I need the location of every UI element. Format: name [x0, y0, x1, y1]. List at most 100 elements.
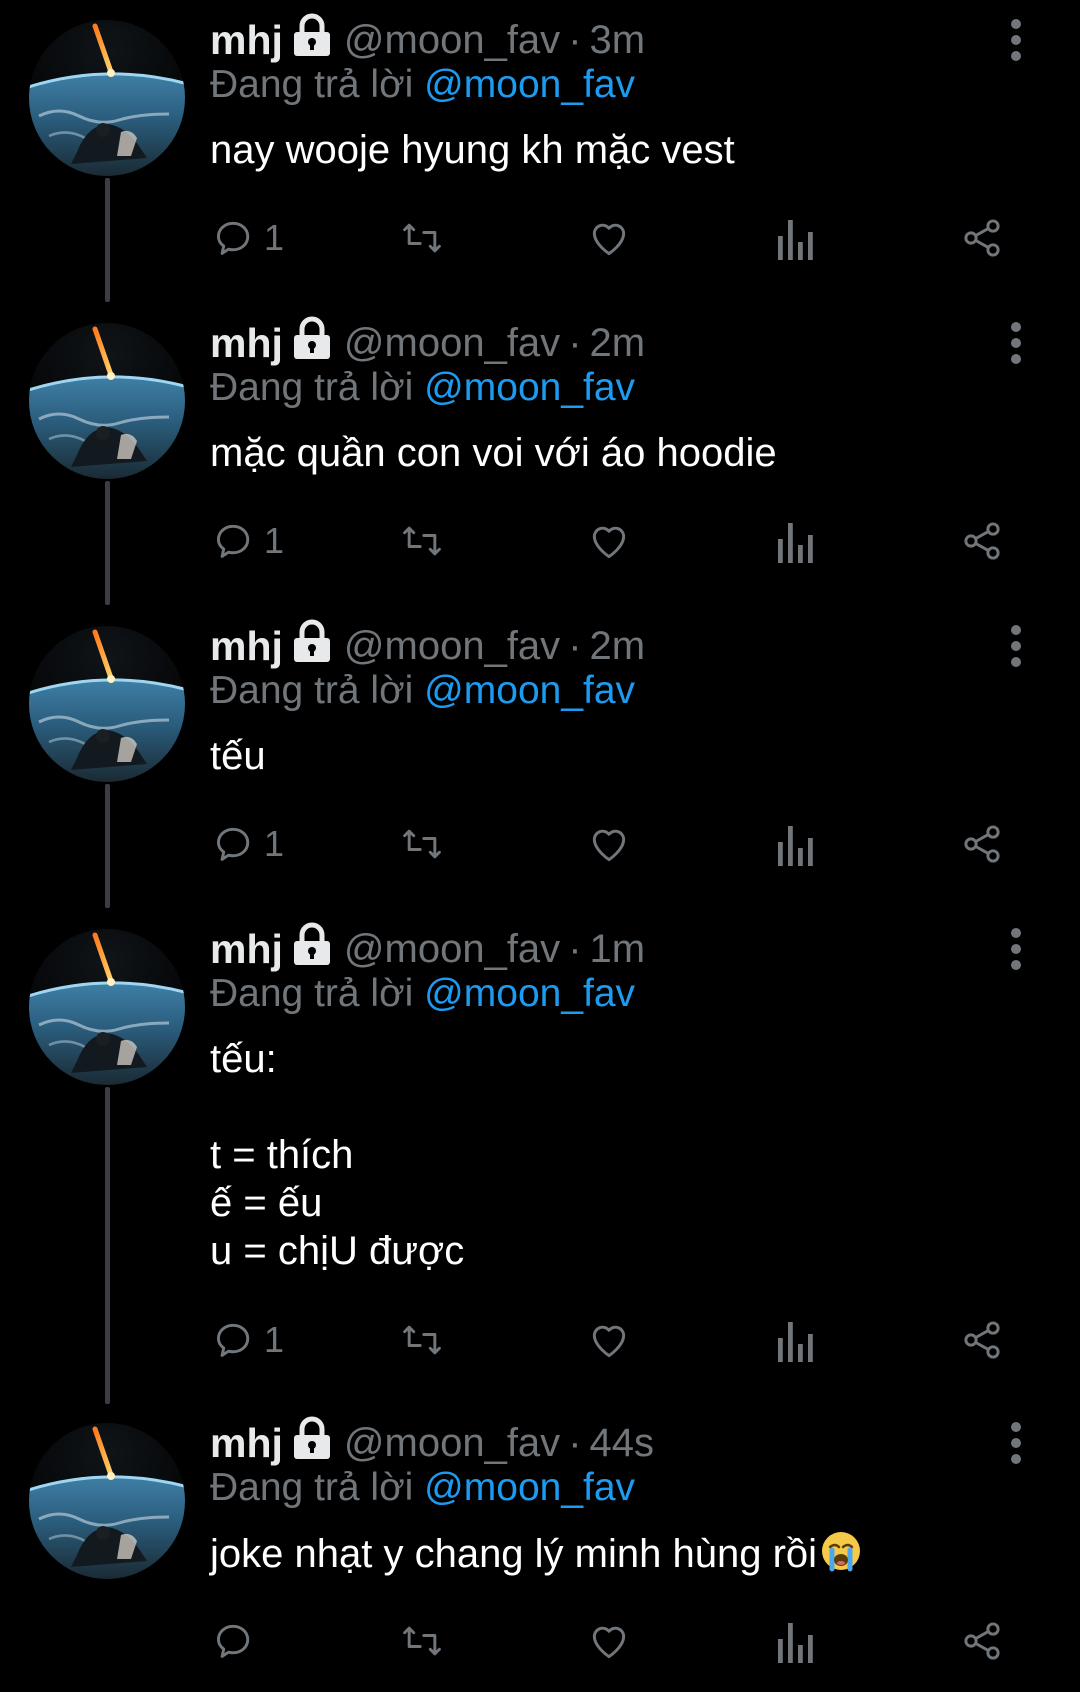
replying-to-label: Đang trả lời	[210, 63, 414, 106]
three-dots-vertical-icon[interactable]	[998, 18, 1034, 62]
lock-icon	[293, 922, 330, 965]
retweet-icon	[403, 829, 441, 859]
speech-bubble-icon	[216, 827, 250, 861]
tweet[interactable]: mhj @moon_fav · 3m Đang trả lời @moon_fa…	[0, 10, 1080, 302]
replying-to: Đang trả lời @moon_fav	[210, 666, 990, 712]
speech-bubble-icon	[216, 524, 250, 558]
retweet-icon	[403, 526, 441, 556]
reply-button[interactable]: 1	[212, 814, 284, 874]
retweet-button[interactable]	[398, 511, 446, 571]
lock-icon	[293, 13, 330, 56]
retweet-button[interactable]	[398, 208, 446, 268]
replying-to: Đang trả lời @moon_fav	[210, 60, 990, 106]
replying-to: Đang trả lời @moon_fav	[210, 1463, 990, 1509]
reply-count: 1	[264, 823, 285, 864]
lock-icon	[293, 619, 330, 662]
heart-icon	[592, 1626, 626, 1659]
bar-chart-icon	[778, 523, 813, 563]
tweet-actions	[0, 1611, 1080, 1671]
tweet-text: nay wooje hyung kh mặc vest	[210, 128, 735, 172]
like-button[interactable]	[586, 1310, 632, 1370]
retweet-icon	[403, 1626, 441, 1656]
views-button[interactable]	[776, 208, 816, 268]
three-dots-vertical-icon[interactable]	[998, 927, 1034, 971]
reply-count: 1	[264, 520, 285, 561]
replying-to-label: Đang trả lời	[210, 669, 414, 712]
reply-button[interactable]: 1	[212, 208, 284, 268]
speech-bubble-icon	[216, 1624, 250, 1658]
replying-to-handle[interactable]: @moon_fav	[424, 63, 635, 106]
avatar[interactable]	[29, 20, 185, 176]
like-button[interactable]	[586, 511, 632, 571]
replying-to: Đang trả lời @moon_fav	[210, 969, 990, 1015]
reply-button[interactable]	[212, 1611, 264, 1671]
avatar[interactable]	[29, 1423, 185, 1579]
share-icon	[964, 219, 1000, 257]
replying-to-handle[interactable]: @moon_fav	[424, 972, 635, 1015]
tweet-text: joke nhạt y chang lý minh hùng rồi	[210, 1532, 818, 1576]
heart-icon	[592, 223, 626, 256]
tweet-actions: 1	[0, 1310, 1080, 1370]
share-icon	[964, 1622, 1000, 1660]
views-button[interactable]	[776, 814, 816, 874]
three-dots-vertical-icon[interactable]	[998, 1421, 1034, 1465]
speech-bubble-icon	[216, 1323, 250, 1357]
like-button[interactable]	[586, 1611, 632, 1671]
share-button[interactable]	[960, 814, 1004, 874]
replying-to-label: Đang trả lời	[210, 1466, 414, 1509]
reply-button[interactable]: 1	[212, 511, 284, 571]
replying-to-handle[interactable]: @moon_fav	[424, 1466, 635, 1509]
replying-to-label: Đang trả lời	[210, 366, 414, 409]
replying-to-handle[interactable]: @moon_fav	[424, 366, 635, 409]
reply-thread: mhj @moon_fav · 3m Đang trả lời @moon_fa…	[0, 0, 1080, 1692]
replying-to: Đang trả lời @moon_fav	[210, 363, 990, 409]
bar-chart-icon	[778, 220, 813, 260]
reply-button[interactable]: 1	[212, 1310, 284, 1370]
heart-icon	[592, 526, 626, 559]
avatar[interactable]	[29, 626, 185, 782]
speech-bubble-icon	[216, 221, 250, 255]
avatar[interactable]	[29, 323, 185, 479]
share-icon	[964, 522, 1000, 560]
three-dots-vertical-icon[interactable]	[998, 624, 1034, 668]
tweet[interactable]: mhj @moon_fav · 1m Đang trả lời @moon_fa…	[0, 919, 1080, 1404]
share-button[interactable]	[960, 511, 1004, 571]
lock-icon	[293, 1416, 330, 1459]
retweet-button[interactable]	[398, 1310, 446, 1370]
retweet-button[interactable]	[398, 1611, 446, 1671]
three-dots-vertical-icon[interactable]	[998, 321, 1034, 365]
views-button[interactable]	[776, 511, 816, 571]
tweet[interactable]: mhj @moon_fav · 2m Đang trả lời @moon_fa…	[0, 313, 1080, 605]
loudly-crying-face-emoji	[822, 1532, 861, 1572]
tweet-actions: 1	[0, 511, 1080, 571]
share-button[interactable]	[960, 208, 1004, 268]
retweet-icon	[403, 1325, 441, 1355]
reply-count: 1	[264, 1319, 285, 1360]
tweet-actions: 1	[0, 814, 1080, 874]
tweet-text: mặc quần con voi với áo hoodie	[210, 431, 777, 475]
views-button[interactable]	[776, 1611, 816, 1671]
lock-icon	[293, 316, 330, 359]
tweet-actions: 1	[0, 208, 1080, 268]
like-button[interactable]	[586, 208, 632, 268]
tweet-text: tếu: t = thích ế = ếu u = chịU được	[210, 1037, 465, 1273]
share-icon	[964, 1321, 1000, 1359]
share-button[interactable]	[960, 1310, 1004, 1370]
avatar[interactable]	[29, 929, 185, 1085]
views-button[interactable]	[776, 1310, 816, 1370]
bar-chart-icon	[778, 1322, 813, 1362]
tweet[interactable]: mhj @moon_fav · 2m Đang trả lời @moon_fa…	[0, 616, 1080, 908]
tweet-text: tếu	[210, 734, 266, 778]
bar-chart-icon	[778, 826, 813, 866]
retweet-icon	[403, 223, 441, 253]
share-icon	[964, 825, 1000, 863]
like-button[interactable]	[586, 814, 632, 874]
share-button[interactable]	[960, 1611, 1004, 1671]
replying-to-handle[interactable]: @moon_fav	[424, 669, 635, 712]
reply-count: 1	[264, 217, 285, 258]
tweet[interactable]: mhj @moon_fav · 44s Đang trả lời @moon_f…	[0, 1413, 1080, 1692]
heart-icon	[592, 1325, 626, 1358]
retweet-button[interactable]	[398, 814, 446, 874]
tweet-text-container: joke nhạt y chang lý minh hùng rồi	[210, 1529, 990, 1578]
replying-to-label: Đang trả lời	[210, 972, 414, 1015]
